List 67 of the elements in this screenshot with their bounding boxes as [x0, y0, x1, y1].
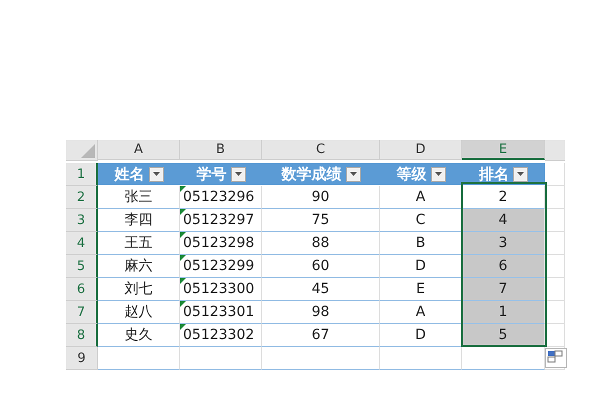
table-cell: 4: [462, 209, 545, 232]
table-cell: 98: [262, 301, 380, 324]
quick-analysis-icon: [546, 349, 564, 365]
table-cell: 05123299: [180, 255, 262, 278]
header-label: 等级: [396, 164, 426, 184]
filter-button[interactable]: [346, 166, 360, 182]
row-header[interactable]: 2: [66, 186, 98, 209]
column-header[interactable]: B: [180, 140, 262, 160]
column-header[interactable]: A: [98, 140, 180, 160]
table-cell: 05123302: [180, 324, 262, 347]
table-cell: 1: [462, 301, 545, 324]
row-header[interactable]: 4: [66, 232, 98, 255]
dropdown-arrow-icon: [434, 172, 442, 176]
column-header[interactable]: C: [262, 140, 380, 160]
column-header[interactable]: D: [380, 140, 462, 160]
empty-cell: [545, 301, 565, 324]
table-cell: 史久: [98, 324, 180, 347]
table-cell: 麻六: [98, 255, 180, 278]
table-cell: 05123301: [180, 301, 262, 324]
empty-cell: [545, 163, 565, 186]
table-cell: 赵八: [98, 301, 180, 324]
row-header[interactable]: 3: [66, 209, 98, 232]
empty-cell: [545, 209, 565, 232]
table-cell: 2: [462, 186, 545, 209]
table-cell: 88: [262, 232, 380, 255]
table-cell: 李四: [98, 209, 180, 232]
header-label: 姓名: [114, 164, 144, 184]
table-cell: 05123297: [180, 209, 262, 232]
row-header[interactable]: 8: [66, 324, 98, 347]
dropdown-arrow-icon: [350, 172, 356, 176]
table-cell: 7: [462, 278, 545, 301]
table-cell: 05123298: [180, 232, 262, 255]
corner-triangle-icon: [81, 144, 95, 158]
row-header[interactable]: 6: [66, 278, 98, 301]
quick-analysis-button[interactable]: [545, 348, 567, 368]
row-header[interactable]: 1: [66, 163, 98, 186]
row-header[interactable]: 7: [66, 301, 98, 324]
table-cell: 王五: [98, 232, 180, 255]
table-cell: 45: [262, 278, 380, 301]
filter-button[interactable]: [230, 166, 246, 182]
table-cell: 90: [262, 186, 380, 209]
table-cell: 60: [262, 255, 380, 278]
table-cell: 3: [462, 232, 545, 255]
empty-cell: [545, 255, 565, 278]
table-cell: 75: [262, 209, 380, 232]
empty-cell: [545, 186, 565, 209]
column-header[interactable]: E: [462, 140, 545, 160]
dropdown-arrow-icon: [152, 172, 160, 176]
row-header[interactable]: 9: [66, 347, 98, 370]
row-header[interactable]: 5: [66, 255, 98, 278]
table-cell: 67: [262, 324, 380, 347]
header-label: 学号: [196, 164, 226, 184]
filter-button[interactable]: [430, 166, 446, 182]
table-cell: 6: [462, 255, 545, 278]
table-cell: 05123296: [180, 186, 262, 209]
table-cell: 05123300: [180, 278, 262, 301]
dropdown-arrow-icon: [517, 172, 524, 176]
empty-cell: [545, 278, 565, 301]
table-cell: 刘七: [98, 278, 180, 301]
dropdown-arrow-icon: [234, 172, 242, 176]
table-cell: 张三: [98, 186, 180, 209]
empty-cell: [545, 232, 565, 255]
header-label: 数学成绩: [282, 164, 342, 184]
filter-button[interactable]: [513, 166, 528, 182]
filter-button[interactable]: [148, 166, 164, 182]
table-cell: 5: [462, 324, 545, 347]
header-label: 排名: [479, 164, 509, 184]
